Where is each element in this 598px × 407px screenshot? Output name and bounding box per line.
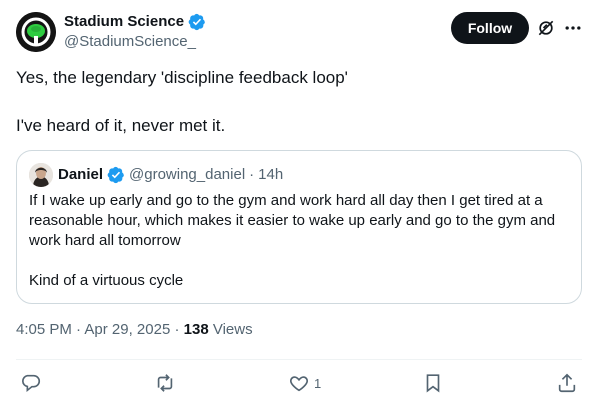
quoted-header: Daniel @growing_daniel · 14h [58,164,283,186]
author-block: Stadium Science @StadiumScience_ [64,12,206,52]
repost-button[interactable] [154,372,180,394]
tweet-line: Yes, the legendary 'discipline feedback … [16,68,348,87]
quoted-tweet-card[interactable]: Daniel @growing_daniel · 14h If I wake u… [16,150,582,304]
reply-button[interactable] [20,372,46,394]
like-button[interactable]: 1 [288,372,321,394]
like-count: 1 [314,375,322,391]
share-icon [558,373,576,393]
heart-icon [290,376,308,392]
views-label: Views [212,321,253,338]
author-handle[interactable]: @StadiumScience_ [64,32,206,52]
quoted-author-photo [29,163,53,187]
tweet-text: Yes, the legendary 'discipline feedback … [16,66,582,138]
tweet-line: I've heard of it, never met it. [16,116,226,135]
quoted-line: Kind of a virtuous cycle [29,272,184,289]
quoted-line [29,251,571,271]
bookmark-icon [426,374,440,393]
repost-icon [157,374,173,392]
follow-button[interactable]: Follow [451,12,529,44]
stadium-science-logo [16,12,56,52]
quoted-author-name[interactable]: Daniel [58,164,103,186]
tweet-meta: 4:05 PM · Apr 29, 2025 · 138 Views [16,320,253,340]
quoted-timestamp[interactable]: 14h [258,164,283,186]
author-name[interactable]: Stadium Science [64,12,184,32]
quoted-text: If I wake up early and go to the gym and… [29,191,571,291]
tweet-line [16,90,582,114]
verified-badge-icon [107,166,124,184]
quoted-author-handle[interactable]: @growing_daniel [129,164,245,186]
verified-badge-icon [188,13,205,31]
meta-separator: · [174,321,180,338]
divider [16,359,582,360]
author-avatar[interactable] [16,12,56,52]
reply-icon [22,374,40,393]
bookmark-button[interactable] [422,372,448,394]
quoted-separator: · [249,166,255,183]
post-date[interactable]: Apr 29, 2025 [84,321,170,338]
grok-icon[interactable] [536,18,556,38]
more-options-icon[interactable] [563,18,583,38]
views-count: 138 [183,321,209,338]
quoted-author-avatar[interactable] [29,163,53,187]
quoted-line: If I wake up early and go to the gym and… [29,192,556,249]
meta-separator: · [76,321,82,338]
author-name-row[interactable]: Stadium Science [64,12,206,32]
share-button[interactable] [556,372,578,394]
post-time[interactable]: 4:05 PM [16,321,72,338]
